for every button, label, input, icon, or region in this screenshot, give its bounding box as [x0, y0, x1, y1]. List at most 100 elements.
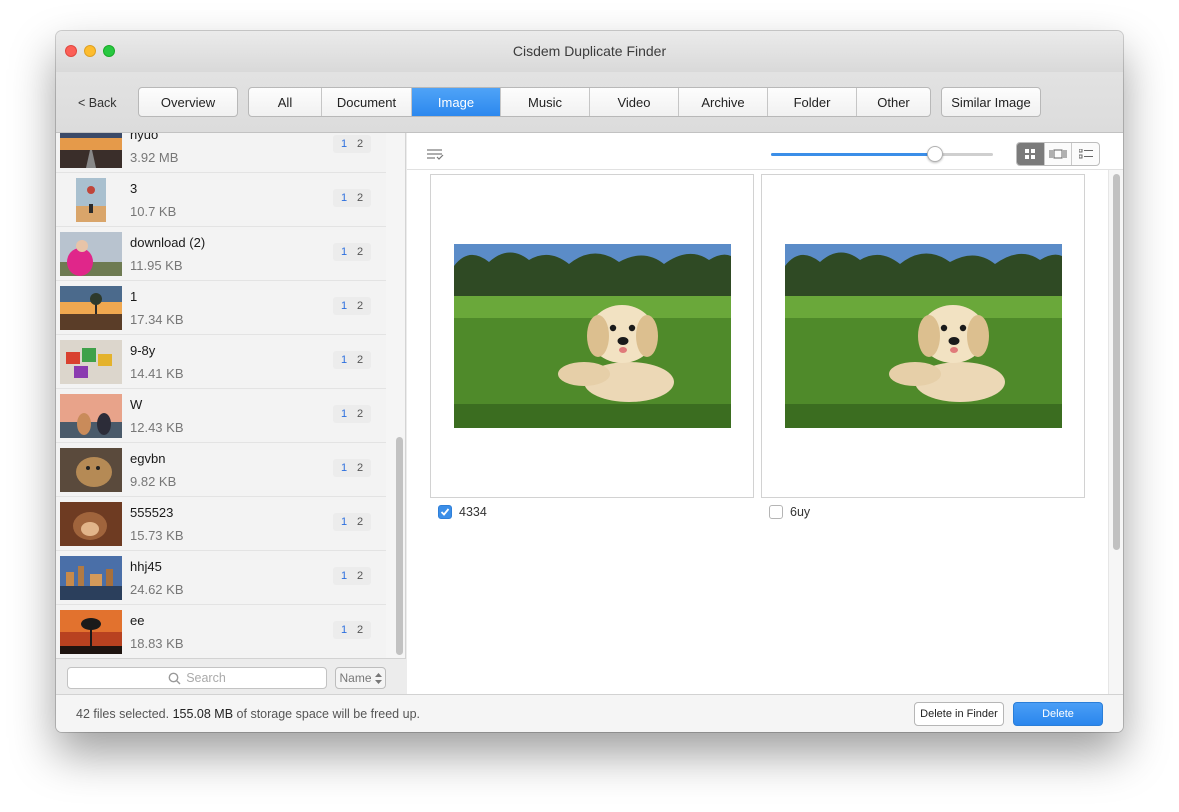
- list-view-button[interactable]: [1072, 143, 1099, 165]
- list-item[interactable]: 9-8y 14.41 KB 12: [56, 335, 386, 389]
- file-size: 24.62 KB: [130, 582, 184, 597]
- back-button[interactable]: < Back: [78, 96, 117, 110]
- card-selection: 4334: [438, 505, 487, 519]
- list-item[interactable]: nyuo 3.92 MB 12: [56, 133, 386, 173]
- preview-scrollbar-track[interactable]: [1108, 170, 1123, 694]
- status-tail: of storage space will be freed up.: [236, 707, 420, 721]
- list-item[interactable]: 555523 15.73 KB 12: [56, 497, 386, 551]
- list-item[interactable]: hhj45 24.62 KB 12: [56, 551, 386, 605]
- file-size: 12.43 KB: [130, 420, 184, 435]
- category-tabs: All Document Image Music Video Archive F…: [248, 87, 931, 117]
- sidebar-footer: Search Name: [56, 658, 406, 694]
- duplicate-count-badge: 12: [333, 405, 371, 423]
- search-icon: [168, 672, 181, 684]
- duplicate-count-badge: 12: [333, 135, 371, 153]
- list-item[interactable]: egvbn 9.82 KB 12: [56, 443, 386, 497]
- file-name: 9-8y: [130, 343, 156, 358]
- card-selection: 6uy: [769, 505, 810, 519]
- grid-icon: [1025, 149, 1036, 159]
- file-size: 18.83 KB: [130, 636, 184, 651]
- list-item[interactable]: ee 18.83 KB 12: [56, 605, 386, 658]
- colorful-cards-thumbnail: [60, 340, 122, 384]
- list-icon: [1078, 149, 1093, 159]
- duplicate-count-badge: 12: [333, 243, 371, 261]
- status-bar: 42 files selected. 155.08 MB of storage …: [56, 694, 1123, 732]
- list-item[interactable]: 1 17.34 KB 12: [56, 281, 386, 335]
- duplicate-count-badge: 12: [333, 189, 371, 207]
- couple-dog-thumbnail: [60, 394, 122, 438]
- filmstrip-icon: [1049, 149, 1067, 159]
- search-placeholder: Search: [186, 671, 226, 685]
- card-file-name: 6uy: [790, 505, 811, 519]
- duplicate-count-badge: 12: [333, 513, 371, 531]
- overview-button[interactable]: Overview: [138, 87, 238, 117]
- file-size: 11.95 KB: [130, 258, 183, 273]
- girl-pink-coat-thumbnail: [60, 232, 122, 276]
- file-sidebar: nyuo 3.92 MB 12 3 10.7 KB 12 download (2…: [56, 133, 406, 694]
- duplicate-count-badge: 12: [333, 351, 371, 369]
- slider-fill: [771, 153, 936, 156]
- thumbnail-size-slider[interactable]: [771, 146, 993, 162]
- selected-count: 42 files selected.: [76, 707, 170, 721]
- file-name: 3: [130, 181, 138, 196]
- file-size: 10.7 KB: [130, 204, 177, 219]
- card-file-name: 4334: [459, 505, 487, 519]
- tab-music[interactable]: Music: [501, 88, 590, 116]
- person-balloon-thumbnail: [76, 178, 106, 222]
- slider-knob[interactable]: [927, 146, 944, 162]
- sunset-road-thumbnail: [60, 133, 122, 168]
- lion-cub-thumbnail: [60, 448, 122, 492]
- select-checkbox[interactable]: [769, 505, 783, 519]
- monkey-thumbnail: [60, 502, 122, 546]
- file-name: ee: [130, 613, 145, 628]
- similar-image-button[interactable]: Similar Image: [941, 87, 1041, 117]
- tab-image[interactable]: Image: [412, 88, 501, 116]
- file-size: 17.34 KB: [130, 312, 184, 327]
- tab-archive[interactable]: Archive: [679, 88, 768, 116]
- select-options-icon[interactable]: [426, 148, 444, 161]
- checkmark-icon: [440, 508, 450, 516]
- grid-view-button[interactable]: [1017, 143, 1045, 165]
- tab-document[interactable]: Document: [322, 88, 412, 116]
- filmstrip-view-button[interactable]: [1045, 143, 1073, 165]
- tab-video[interactable]: Video: [590, 88, 679, 116]
- image-card[interactable]: [430, 174, 754, 498]
- file-list: nyuo 3.92 MB 12 3 10.7 KB 12 download (2…: [56, 133, 394, 658]
- list-item[interactable]: W 12.43 KB 12: [56, 389, 386, 443]
- file-size: 14.41 KB: [130, 366, 184, 381]
- duplicate-count-badge: 12: [333, 567, 371, 585]
- search-input[interactable]: Search: [67, 667, 327, 689]
- sort-select[interactable]: Name: [335, 667, 386, 689]
- tree-silhouette-thumbnail: [60, 610, 122, 654]
- file-size: 9.82 KB: [130, 474, 177, 489]
- duplicate-count-badge: 12: [333, 459, 371, 477]
- app-window: Cisdem Duplicate Finder < Back Overview …: [56, 31, 1123, 732]
- file-name: download (2): [130, 235, 206, 250]
- preview-scrollbar-thumb[interactable]: [1113, 174, 1120, 550]
- delete-in-finder-button[interactable]: Delete in Finder: [914, 702, 1004, 726]
- tab-all[interactable]: All: [249, 88, 322, 116]
- duplicate-count-badge: 12: [333, 621, 371, 639]
- tree-sunset-thumbnail: [60, 286, 122, 330]
- preview-panel: 4334 6uy: [407, 133, 1123, 694]
- file-name: nyuo: [130, 133, 159, 142]
- file-name: 1: [130, 289, 138, 304]
- tab-other[interactable]: Other: [857, 88, 930, 116]
- list-item[interactable]: download (2) 11.95 KB 12: [56, 227, 386, 281]
- freed-size: 155.08 MB: [172, 707, 234, 721]
- list-item[interactable]: 3 10.7 KB 12: [56, 173, 386, 227]
- file-size: 3.92 MB: [130, 150, 179, 165]
- sort-select-label: Name: [339, 671, 372, 685]
- delete-button[interactable]: Delete: [1013, 702, 1103, 726]
- sidebar-scrollbar[interactable]: [396, 437, 403, 655]
- image-card[interactable]: [761, 174, 1085, 498]
- file-name: 555523: [130, 505, 174, 520]
- file-name: W: [130, 397, 143, 412]
- status-message: 42 files selected. 155.08 MB of storage …: [76, 707, 420, 721]
- view-mode-toggle: [1016, 142, 1100, 166]
- tab-folder[interactable]: Folder: [768, 88, 857, 116]
- select-checkbox[interactable]: [438, 505, 452, 519]
- top-toolbar: < Back Overview All Document Image Music…: [56, 72, 1123, 133]
- duplicate-count-badge: 12: [333, 297, 371, 315]
- window-title: Cisdem Duplicate Finder: [512, 43, 667, 59]
